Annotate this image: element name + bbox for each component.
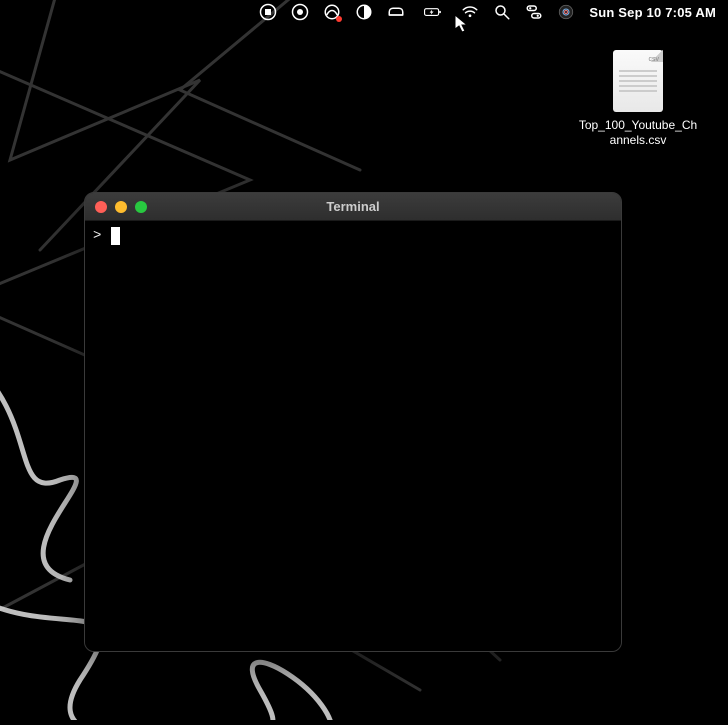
siri-icon[interactable] [557,3,575,21]
menubar-datetime[interactable]: Sun Sep 10 7:05 AM [589,5,716,20]
terminal-prompt-line: > [93,227,613,245]
menubar: Sun Sep 10 7:05 AM [0,0,728,24]
stop-record-icon[interactable] [259,3,277,21]
terminal-cursor [111,227,120,245]
desktop-file-label: Top_100_Youtube_Channels.csv [578,118,698,148]
control-center-icon[interactable] [525,3,543,21]
window-close-button[interactable] [95,201,107,213]
window-title: Terminal [85,199,621,214]
contrast-icon[interactable] [355,3,373,21]
window-titlebar[interactable]: Terminal [85,193,621,221]
desktop-file-csv[interactable]: Top_100_Youtube_Channels.csv [578,50,698,148]
terminal-prompt-symbol: > [93,228,101,244]
traffic-lights [85,201,147,213]
csv-file-icon [613,50,663,112]
terminal-window[interactable]: Terminal > [84,192,622,652]
battery-charging-icon[interactable] [419,3,447,21]
window-maximize-button[interactable] [135,201,147,213]
do-not-disturb-icon[interactable] [387,3,405,21]
wifi-icon[interactable] [461,3,479,21]
vpn-icon[interactable] [323,3,341,21]
terminal-body[interactable]: > [85,221,621,651]
spotlight-search-icon[interactable] [493,3,511,21]
window-minimize-button[interactable] [115,201,127,213]
badge-dot [336,16,342,22]
record-icon[interactable] [291,3,309,21]
